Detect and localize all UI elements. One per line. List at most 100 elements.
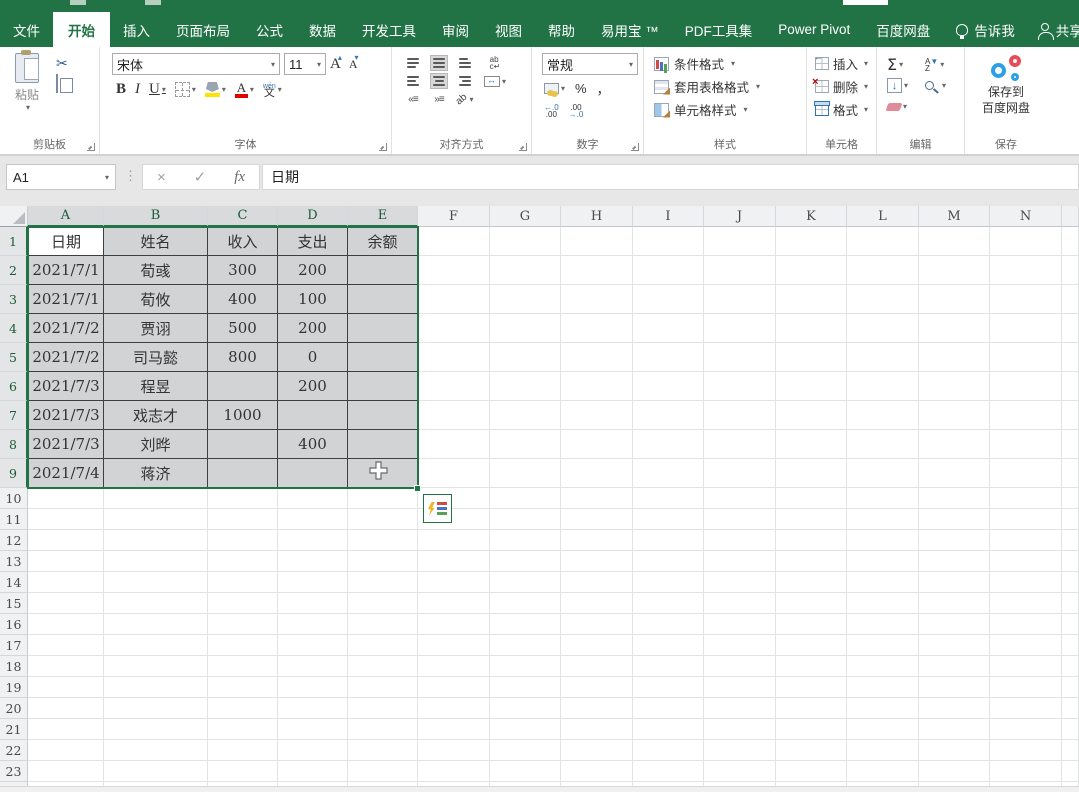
cell-A6[interactable]: 2021/7/3 [28, 372, 104, 401]
cell-J7[interactable] [704, 401, 776, 430]
cell-I8[interactable] [633, 430, 704, 459]
cell-I5[interactable] [633, 343, 704, 372]
cell-C11[interactable] [208, 509, 278, 530]
cell-F19[interactable] [418, 677, 490, 698]
formula-input[interactable]: 日期 [262, 164, 1079, 190]
cell-I3[interactable] [633, 285, 704, 314]
cell-I22[interactable] [633, 740, 704, 761]
cell-L20[interactable] [847, 698, 919, 719]
row-header-12[interactable]: 12 [0, 530, 28, 551]
cell-K22[interactable] [776, 740, 847, 761]
cell-D16[interactable] [278, 614, 348, 635]
row-header-13[interactable]: 13 [0, 551, 28, 572]
cell-J8[interactable] [704, 430, 776, 459]
cell-N2[interactable] [990, 256, 1062, 285]
cell-K2[interactable] [776, 256, 847, 285]
cell-A18[interactable] [28, 656, 104, 677]
cell-G14[interactable] [490, 572, 561, 593]
cell-H15[interactable] [561, 593, 633, 614]
cell-N21[interactable] [990, 719, 1062, 740]
cell-G17[interactable] [490, 635, 561, 656]
cell-G10[interactable] [490, 488, 561, 509]
cell-N22[interactable] [990, 740, 1062, 761]
cell-K12[interactable] [776, 530, 847, 551]
cell-H8[interactable] [561, 430, 633, 459]
cell-C12[interactable] [208, 530, 278, 551]
cell-A11[interactable] [28, 509, 104, 530]
cell-K23[interactable] [776, 761, 847, 782]
cell-B19[interactable] [104, 677, 208, 698]
cell-H18[interactable] [561, 656, 633, 677]
cell-L18[interactable] [847, 656, 919, 677]
cell-O12[interactable] [1062, 530, 1079, 551]
cell-E23[interactable] [348, 761, 418, 782]
cell-D23[interactable] [278, 761, 348, 782]
cell-I6[interactable] [633, 372, 704, 401]
cell-J16[interactable] [704, 614, 776, 635]
cell-D4[interactable]: 200 [278, 314, 348, 343]
cell-I1[interactable] [633, 227, 704, 256]
cell-H5[interactable] [561, 343, 633, 372]
cell-E4[interactable] [348, 314, 418, 343]
cell-E21[interactable] [348, 719, 418, 740]
cell-C4[interactable]: 500 [208, 314, 278, 343]
row-header-9[interactable]: 9 [0, 459, 28, 488]
cell-D1[interactable]: 支出 [278, 227, 348, 256]
cell-B13[interactable] [104, 551, 208, 572]
cell-I10[interactable] [633, 488, 704, 509]
clipboard-dialog-launcher[interactable] [87, 143, 95, 151]
cell-styles-button[interactable]: 单元格样式 ▾ [654, 100, 802, 119]
cell-M12[interactable] [919, 530, 990, 551]
cell-O20[interactable] [1062, 698, 1079, 719]
cell-M9[interactable] [919, 459, 990, 488]
format-cells-button[interactable]: 格式 ▾ [814, 100, 872, 119]
cell-O10[interactable] [1062, 488, 1079, 509]
column-header-K[interactable]: K [776, 206, 847, 227]
cell-M18[interactable] [919, 656, 990, 677]
cell-H11[interactable] [561, 509, 633, 530]
cell-J12[interactable] [704, 530, 776, 551]
cell-G12[interactable] [490, 530, 561, 551]
cell-E6[interactable] [348, 372, 418, 401]
orientation-button[interactable]: ab ▾ [454, 91, 473, 107]
cell-M3[interactable] [919, 285, 990, 314]
cell-I4[interactable] [633, 314, 704, 343]
cell-N10[interactable] [990, 488, 1062, 509]
cell-F15[interactable] [418, 593, 490, 614]
cell-J18[interactable] [704, 656, 776, 677]
cell-L17[interactable] [847, 635, 919, 656]
cell-K7[interactable] [776, 401, 847, 430]
row-header-2[interactable]: 2 [0, 256, 28, 285]
cell-B6[interactable]: 程昱 [104, 372, 208, 401]
fill-handle[interactable] [414, 485, 421, 492]
cell-K14[interactable] [776, 572, 847, 593]
cell-C22[interactable] [208, 740, 278, 761]
column-header-N[interactable]: N [990, 206, 1062, 227]
column-header-M[interactable]: M [919, 206, 990, 227]
cell-D8[interactable]: 400 [278, 430, 348, 459]
cell-B22[interactable] [104, 740, 208, 761]
cell-O11[interactable] [1062, 509, 1079, 530]
cell-J5[interactable] [704, 343, 776, 372]
cell-G22[interactable] [490, 740, 561, 761]
cell-D18[interactable] [278, 656, 348, 677]
tab-tell-me[interactable]: 告诉我 [943, 12, 1028, 47]
cell-C14[interactable] [208, 572, 278, 593]
cell-M14[interactable] [919, 572, 990, 593]
cell-A16[interactable] [28, 614, 104, 635]
row-header-15[interactable]: 15 [0, 593, 28, 614]
cell-J20[interactable] [704, 698, 776, 719]
cell-L3[interactable] [847, 285, 919, 314]
borders-button[interactable]: ▾ [174, 82, 196, 97]
cell-B10[interactable] [104, 488, 208, 509]
cell-E3[interactable] [348, 285, 418, 314]
cell-A20[interactable] [28, 698, 104, 719]
tab-developer[interactable]: 开发工具 [349, 12, 429, 47]
cell-L14[interactable] [847, 572, 919, 593]
alignment-dialog-launcher[interactable] [519, 143, 527, 151]
enter-button[interactable]: ✓ [194, 168, 207, 186]
cell-I23[interactable] [633, 761, 704, 782]
row-header-7[interactable]: 7 [0, 401, 28, 430]
cell-D22[interactable] [278, 740, 348, 761]
cell-K4[interactable] [776, 314, 847, 343]
